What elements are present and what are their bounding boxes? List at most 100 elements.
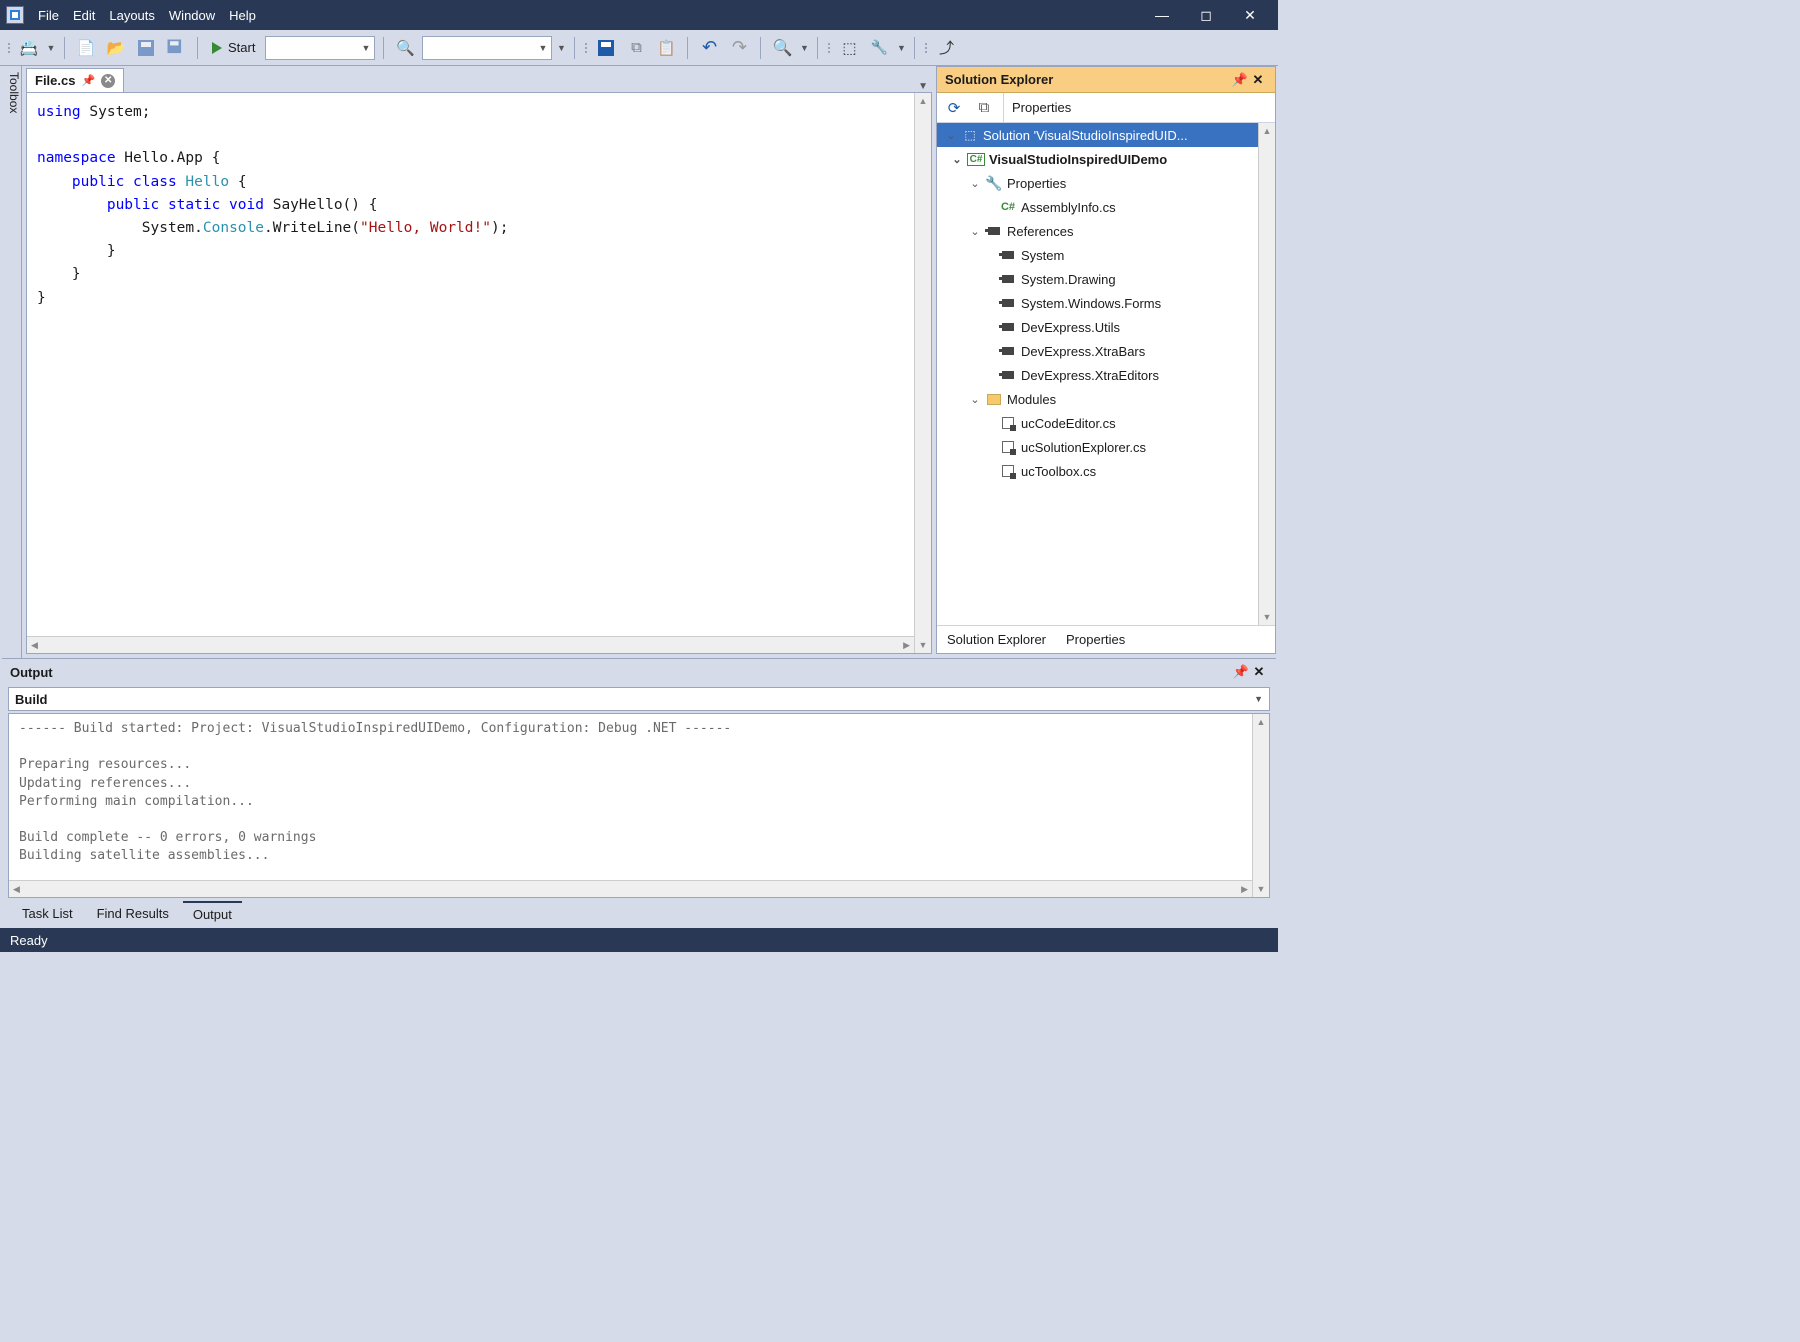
settings-button[interactable]: 🔧 bbox=[866, 35, 892, 61]
output-vscroll[interactable]: ▲▼ bbox=[1252, 714, 1269, 897]
maximize-button[interactable]: ◻ bbox=[1184, 0, 1228, 30]
collapse-button[interactable]: ⧉ bbox=[973, 97, 995, 119]
tab-find-results[interactable]: Find Results bbox=[87, 902, 179, 925]
config-combo[interactable]: ▼ bbox=[265, 36, 375, 60]
pin-icon[interactable]: 📌 bbox=[1232, 664, 1250, 680]
refresh-button[interactable]: ⟳ bbox=[943, 97, 965, 119]
undo-button[interactable]: ↷ bbox=[696, 35, 722, 61]
find-combo[interactable]: ▼ bbox=[422, 36, 552, 60]
toolbar-grip-icon bbox=[6, 43, 12, 53]
close-button[interactable]: ✕ bbox=[1228, 0, 1272, 30]
tree-ref-item[interactable]: System bbox=[937, 243, 1275, 267]
solution-icon: ⬚ bbox=[961, 128, 979, 142]
properties-button[interactable]: Properties bbox=[1003, 93, 1071, 122]
tab-output[interactable]: Output bbox=[183, 901, 242, 926]
close-panel-icon[interactable]: ✕ bbox=[1250, 664, 1268, 680]
settings-dropdown[interactable]: ▼ bbox=[896, 43, 906, 53]
tab-file-cs[interactable]: File.cs 📌 ✕ bbox=[26, 68, 124, 92]
menu-bar: File Edit Layouts Window Help bbox=[32, 4, 262, 27]
close-tab-icon[interactable]: ✕ bbox=[101, 74, 115, 88]
redo-button[interactable]: ↷ bbox=[726, 35, 752, 61]
tree-ref-item[interactable]: DevExpress.XtraBars bbox=[937, 339, 1275, 363]
tree-module-item[interactable]: ucCodeEditor.cs bbox=[937, 411, 1275, 435]
output-source-combo[interactable]: Build▼ bbox=[8, 687, 1270, 711]
menu-window[interactable]: Window bbox=[163, 4, 221, 27]
save2-button[interactable] bbox=[593, 35, 619, 61]
solution-tree: ⌄ ⬚ Solution 'VisualStudioInspiredUID...… bbox=[937, 123, 1275, 625]
output-panel: Output 📌 ✕ Build▼ ------ Build started: … bbox=[2, 658, 1276, 928]
reference-icon bbox=[999, 275, 1017, 283]
app-logo-icon bbox=[6, 6, 24, 24]
tree-properties[interactable]: ⌄ 🔧 Properties bbox=[937, 171, 1275, 195]
panel-tab-properties[interactable]: Properties bbox=[1056, 626, 1135, 653]
tree-solution-root[interactable]: ⌄ ⬚ Solution 'VisualStudioInspiredUID... bbox=[937, 123, 1275, 147]
find-dropdown[interactable]: ▼ bbox=[556, 43, 566, 53]
close-panel-icon[interactable]: ✕ bbox=[1249, 72, 1267, 88]
menu-edit[interactable]: Edit bbox=[67, 4, 101, 27]
expand-icon[interactable]: ⌄ bbox=[951, 153, 963, 166]
menu-layouts[interactable]: Layouts bbox=[103, 4, 161, 27]
overflow-button[interactable]: ⤴ bbox=[933, 35, 959, 61]
reference-icon bbox=[999, 251, 1017, 259]
expand-icon[interactable]: ⌄ bbox=[969, 177, 981, 190]
output-body[interactable]: ------ Build started: Project: VisualStu… bbox=[8, 713, 1270, 898]
expand-icon[interactable]: ⌄ bbox=[945, 129, 957, 142]
new-project-dropdown[interactable]: ▼ bbox=[46, 43, 56, 53]
expand-icon[interactable]: ⌄ bbox=[969, 393, 981, 406]
tree-module-item[interactable]: ucToolbox.cs bbox=[937, 459, 1275, 483]
tree-ref-item[interactable]: DevExpress.Utils bbox=[937, 315, 1275, 339]
tree-assembly-info[interactable]: C# AssemblyInfo.cs bbox=[937, 195, 1275, 219]
usercontrol-icon bbox=[999, 441, 1017, 453]
wrench-icon: 🔧 bbox=[985, 175, 1003, 192]
tab-task-list[interactable]: Task List bbox=[12, 902, 83, 925]
extension-button[interactable]: ⬚ bbox=[836, 35, 862, 61]
main-toolbar: 📇 ▼ 📄 📂 Start ▼ 🔍 ▼ ▼ ⧉ 📋 ↷ ↷ 🔍 ▼ ⬚ 🔧 ▼ … bbox=[0, 30, 1278, 66]
reference-icon bbox=[999, 299, 1017, 307]
tree-module-item[interactable]: ucSolutionExplorer.cs bbox=[937, 435, 1275, 459]
tree-references[interactable]: ⌄ References bbox=[937, 219, 1275, 243]
new-file-button[interactable]: 📄 bbox=[73, 35, 99, 61]
output-title: Output bbox=[10, 665, 1232, 680]
tab-overflow-dropdown[interactable]: ▼ bbox=[918, 81, 928, 92]
find-in-files-button[interactable]: 🔍 bbox=[392, 35, 418, 61]
tab-label: File.cs bbox=[35, 73, 75, 88]
new-project-button[interactable]: 📇 bbox=[16, 35, 42, 61]
title-bar: File Edit Layouts Window Help — ◻ ✕ bbox=[0, 0, 1278, 30]
pin-icon[interactable]: 📌 bbox=[81, 74, 95, 87]
open-button[interactable]: 📂 bbox=[103, 35, 129, 61]
output-hscroll[interactable]: ◀▶ bbox=[9, 880, 1252, 897]
status-bar: Ready bbox=[0, 928, 1278, 952]
search-button[interactable]: 🔍 bbox=[769, 35, 795, 61]
minimize-button[interactable]: — bbox=[1140, 0, 1184, 30]
start-button[interactable]: Start bbox=[206, 35, 261, 61]
toolbar-grip-icon bbox=[923, 43, 929, 53]
menu-file[interactable]: File bbox=[32, 4, 65, 27]
horizontal-scrollbar[interactable]: ◀▶ bbox=[27, 636, 914, 653]
folder-icon bbox=[985, 394, 1003, 405]
usercontrol-icon bbox=[999, 417, 1017, 429]
save-all-button[interactable] bbox=[163, 35, 189, 61]
menu-help[interactable]: Help bbox=[223, 4, 262, 27]
panel-tab-solution[interactable]: Solution Explorer bbox=[937, 626, 1056, 653]
usercontrol-icon bbox=[999, 465, 1017, 477]
save-button[interactable] bbox=[133, 35, 159, 61]
search-dropdown[interactable]: ▼ bbox=[799, 43, 809, 53]
toolbox-tab[interactable]: Toolbox bbox=[0, 66, 22, 658]
tree-ref-item[interactable]: System.Drawing bbox=[937, 267, 1275, 291]
status-text: Ready bbox=[10, 933, 48, 948]
reference-icon bbox=[999, 347, 1017, 355]
tree-ref-item[interactable]: DevExpress.XtraEditors bbox=[937, 363, 1275, 387]
pin-icon[interactable]: 📌 bbox=[1231, 72, 1249, 88]
paste-button[interactable]: 📋 bbox=[653, 35, 679, 61]
tree-modules[interactable]: ⌄ Modules bbox=[937, 387, 1275, 411]
tree-project[interactable]: ⌄ C# VisualStudioInspiredUIDemo bbox=[937, 147, 1275, 171]
copy-button[interactable]: ⧉ bbox=[623, 35, 649, 61]
reference-icon bbox=[999, 371, 1017, 379]
expand-icon[interactable]: ⌄ bbox=[969, 225, 981, 238]
tree-ref-item[interactable]: System.Windows.Forms bbox=[937, 291, 1275, 315]
reference-icon bbox=[999, 323, 1017, 331]
tree-scrollbar[interactable]: ▲▼ bbox=[1258, 123, 1275, 625]
csharp-file-icon: C# bbox=[999, 201, 1017, 213]
vertical-scrollbar[interactable]: ▲▼ bbox=[914, 93, 931, 653]
code-editor[interactable]: using System; namespace Hello.App { publ… bbox=[26, 92, 932, 654]
